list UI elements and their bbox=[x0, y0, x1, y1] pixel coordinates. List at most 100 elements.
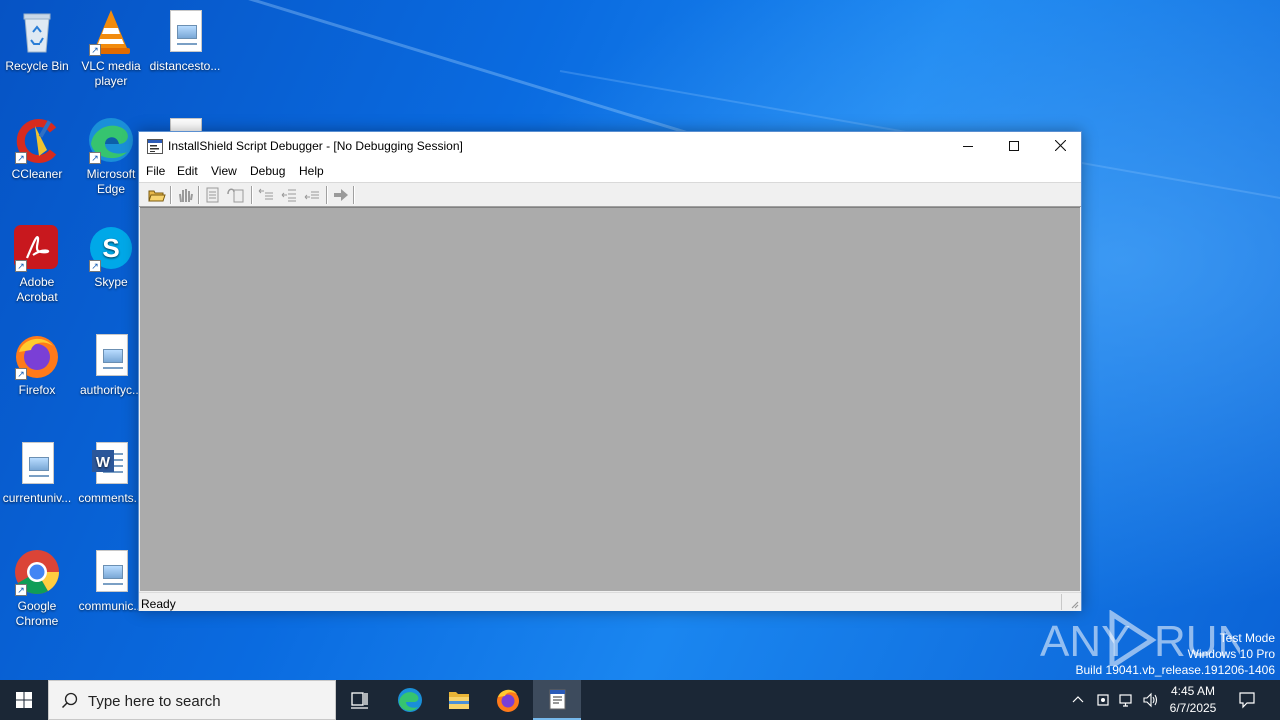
task-view-button[interactable] bbox=[336, 680, 384, 720]
step-into-icon[interactable] bbox=[203, 186, 223, 204]
shortcut-arrow-icon: ↗ bbox=[89, 260, 101, 272]
clear-breakpoint-icon[interactable] bbox=[279, 186, 299, 204]
maximize-icon bbox=[1009, 141, 1019, 151]
word-file-icon: W bbox=[87, 440, 135, 488]
desktop-icon-label: VLC media player bbox=[81, 59, 141, 88]
taskbar-edge[interactable] bbox=[386, 680, 434, 720]
menu-file[interactable]: File bbox=[146, 164, 165, 178]
show-hidden-icons-icon[interactable] bbox=[1071, 693, 1085, 707]
title-bar[interactable]: InstallShield Script Debugger - [No Debu… bbox=[139, 132, 1081, 161]
go-icon[interactable] bbox=[331, 186, 351, 204]
shortcut-arrow-icon: ↗ bbox=[15, 152, 27, 164]
menu-bar: File Edit View Debug Help bbox=[139, 161, 1081, 182]
watermark-line: Test Mode bbox=[1219, 631, 1275, 645]
clock-date: 6/7/2025 bbox=[1169, 701, 1217, 715]
status-bar: Ready bbox=[139, 592, 1081, 611]
status-text: Ready bbox=[141, 597, 176, 611]
watermark-line: Windows 10 Pro bbox=[1187, 647, 1275, 661]
taskbar-firefox[interactable] bbox=[484, 680, 532, 720]
desktop-icon-adobe-acrobat[interactable]: ↗ Adobe Acrobat bbox=[0, 224, 74, 305]
desktop-icon-authorityc[interactable]: authorityc... bbox=[74, 332, 148, 398]
desktop-icon-label: Skype bbox=[94, 275, 128, 289]
taskbar-clock[interactable]: 4:45 AM 6/7/2025 bbox=[1160, 683, 1226, 717]
close-icon bbox=[1054, 139, 1066, 152]
volume-icon[interactable] bbox=[1142, 692, 1160, 708]
menu-help[interactable]: Help bbox=[299, 164, 324, 178]
search-placeholder: Type here to search bbox=[88, 693, 221, 710]
desktop-icon-recycle-bin[interactable]: Recycle Bin bbox=[0, 8, 74, 74]
desktop-icon-ccleaner[interactable]: ↗ CCleaner bbox=[0, 116, 74, 182]
shortcut-arrow-icon: ↗ bbox=[89, 44, 101, 56]
desktop-icon-label: Microsoft Edge bbox=[86, 167, 136, 196]
status-pane bbox=[1061, 594, 1062, 610]
taskbar: Type here to search 4:45 AM 6/7/2025 bbox=[0, 680, 1280, 720]
shortcut-arrow-icon: ↗ bbox=[15, 260, 27, 272]
menu-debug[interactable]: Debug bbox=[250, 164, 285, 178]
desktop-icon-communic[interactable]: communic... bbox=[74, 548, 148, 614]
taskbar-search-box[interactable]: Type here to search bbox=[48, 680, 336, 720]
open-icon[interactable] bbox=[147, 186, 167, 204]
desktop-icon-label: comments... bbox=[78, 491, 144, 505]
desktop-icon-label: communic... bbox=[78, 599, 144, 613]
toolbar bbox=[139, 182, 1081, 207]
desktop-icon-label: Recycle Bin bbox=[5, 59, 69, 73]
toolbar-separator bbox=[170, 186, 172, 204]
minimize-icon bbox=[963, 146, 973, 147]
debugger-app-icon bbox=[147, 139, 163, 154]
desktop-icon-currentuniv[interactable]: currentuniv... bbox=[0, 440, 74, 506]
mdi-client-area[interactable] bbox=[140, 207, 1080, 591]
toolbar-separator bbox=[251, 186, 253, 204]
desktop-icon-comments[interactable]: W comments... bbox=[74, 440, 148, 506]
resize-grip-icon[interactable] bbox=[1069, 599, 1079, 609]
watermark-line: Build 19041.vb_release.191206-1406 bbox=[1075, 663, 1276, 677]
toolbar-separator bbox=[353, 186, 355, 204]
search-icon bbox=[61, 692, 78, 709]
vlc-icon: ↗ bbox=[87, 8, 135, 56]
maximize-button[interactable] bbox=[991, 132, 1037, 161]
folder-icon bbox=[449, 692, 469, 709]
shortcut-arrow-icon: ↗ bbox=[89, 152, 101, 164]
menu-view[interactable]: View bbox=[211, 164, 237, 178]
taskbar-file-explorer[interactable] bbox=[435, 680, 483, 720]
windows-logo-icon bbox=[16, 692, 32, 708]
acrobat-icon: ↗ bbox=[13, 224, 61, 272]
close-button[interactable] bbox=[1037, 132, 1083, 161]
menu-edit[interactable]: Edit bbox=[177, 164, 198, 178]
image-file-icon bbox=[13, 440, 61, 488]
skype-icon: S ↗ bbox=[87, 224, 135, 272]
minimize-button[interactable] bbox=[945, 132, 991, 161]
debugger-app-icon bbox=[549, 689, 566, 710]
desktop-icon-label: Google Chrome bbox=[15, 599, 59, 628]
firefox-icon bbox=[497, 689, 519, 712]
step-over-icon[interactable] bbox=[226, 186, 246, 204]
taskbar-installshield-debugger[interactable] bbox=[533, 680, 581, 720]
edge-icon: ↗ bbox=[87, 116, 135, 164]
desktop-icon-label: authorityc... bbox=[79, 383, 143, 397]
windows-build-watermark: Test Mode Windows 10 Pro Build 19041.vb_… bbox=[1076, 630, 1276, 678]
chrome-icon: ↗ bbox=[13, 548, 61, 596]
notification-center-icon[interactable] bbox=[1238, 691, 1256, 709]
stop-hand-icon[interactable] bbox=[175, 186, 195, 204]
ccleaner-icon: ↗ bbox=[13, 116, 61, 164]
network-icon[interactable] bbox=[1118, 692, 1136, 708]
desktop-icon-google-chrome[interactable]: ↗ Google Chrome bbox=[0, 548, 74, 629]
desktop-icon-distancesto[interactable]: distancesto... bbox=[148, 8, 222, 74]
security-icon[interactable] bbox=[1095, 692, 1111, 708]
image-file-icon bbox=[87, 332, 135, 380]
edge-icon bbox=[398, 688, 422, 712]
watch-icon[interactable] bbox=[302, 186, 322, 204]
desktop-icon-label: Firefox bbox=[18, 383, 56, 397]
clock-time: 4:45 AM bbox=[1170, 684, 1216, 698]
image-file-icon bbox=[87, 548, 135, 596]
installshield-debugger-window[interactable]: InstallShield Script Debugger - [No Debu… bbox=[138, 131, 1082, 611]
shortcut-arrow-icon: ↗ bbox=[15, 368, 27, 380]
svg-text:S: S bbox=[102, 233, 119, 263]
desktop-icon-skype[interactable]: S ↗ Skype bbox=[74, 224, 148, 290]
start-button[interactable] bbox=[0, 680, 48, 720]
desktop-icon-microsoft-edge[interactable]: ↗ Microsoft Edge bbox=[74, 116, 148, 197]
firefox-icon: ↗ bbox=[13, 332, 61, 380]
breakpoint-icon[interactable] bbox=[256, 186, 276, 204]
desktop-icon-vlc[interactable]: ↗ VLC media player bbox=[74, 8, 148, 89]
desktop-icon-firefox[interactable]: ↗ Firefox bbox=[0, 332, 74, 398]
image-file-icon bbox=[161, 8, 209, 56]
